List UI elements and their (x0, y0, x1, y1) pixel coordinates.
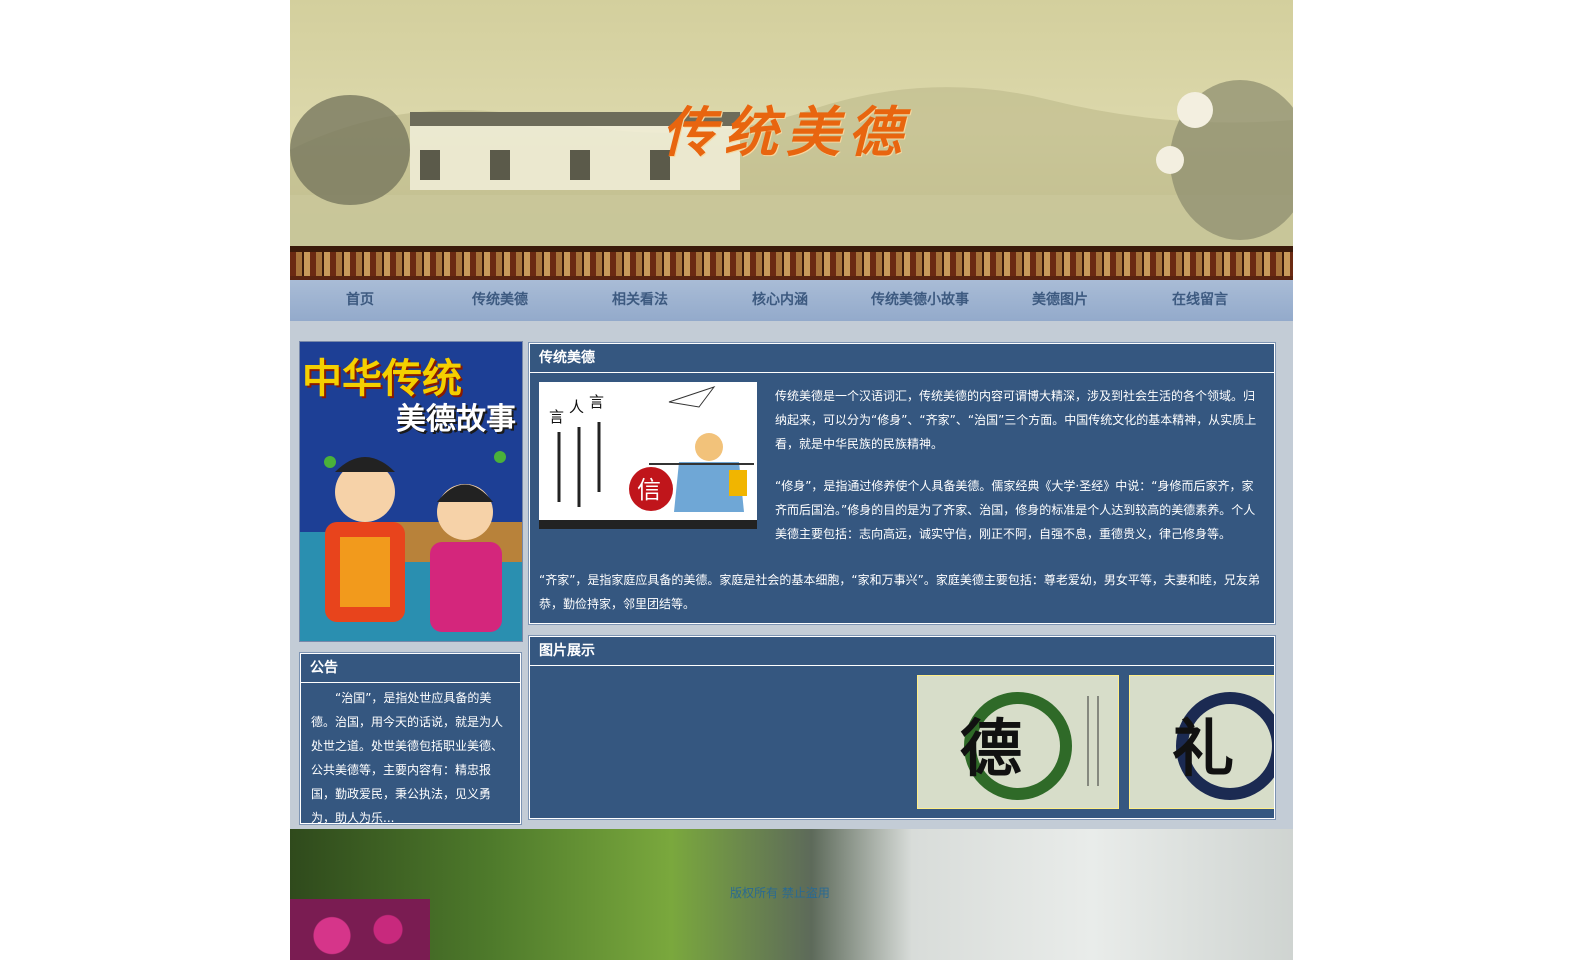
header-banner: 传统美德 (290, 0, 1293, 280)
cartoon-children-illustration (300, 451, 522, 641)
svg-text:言: 言 (589, 393, 604, 411)
main-nav: 首页 传统美德 相关看法 核心内涵 传统美德小故事 美德图片 在线留言 (290, 280, 1293, 321)
gallery-glyph: 德 (960, 712, 1023, 785)
svg-text:人: 人 (569, 398, 584, 416)
nav-related-views[interactable]: 相关看法 (570, 280, 710, 321)
page-wrapper: 传统美德 首页 传统美德 相关看法 核心内涵 传统美德小故事 美德图片 在线留言… (290, 0, 1293, 960)
calligraphy-illustration: 言 人 言 信 (539, 382, 757, 529)
virtue-panel-title: 传统美德 (530, 344, 1274, 373)
gallery-card[interactable]: 德 (917, 675, 1119, 809)
gallery-card[interactable]: 礼 (1129, 675, 1274, 809)
notice-title: 公告 (301, 654, 520, 683)
nav-virtue-stories[interactable]: 传统美德小故事 (850, 280, 990, 321)
gallery-glyph: 礼 (1172, 712, 1235, 785)
nav-home[interactable]: 首页 (290, 280, 430, 321)
gallery-title: 图片展示 (530, 637, 1274, 666)
nav-core-meaning[interactable]: 核心内涵 (710, 280, 850, 321)
traditional-virtue-panel: 传统美德 言 人 言 信 传统美德是一个汉语词汇，传统美德的内容可谓博大精深，涉… (529, 343, 1275, 624)
banner-title: 传统美德 (662, 100, 910, 164)
virtue-stories-promo-image[interactable]: 中华传统 美德故事 (299, 341, 523, 642)
svg-text:言: 言 (549, 408, 564, 426)
gallery-panel: 图片展示 德 礼 (529, 636, 1275, 819)
gallery-carousel[interactable]: 德 礼 (917, 675, 1274, 809)
footer-copyright: 版权所有 禁止盗用 (730, 886, 830, 900)
virtue-paragraph-2: “修身”，是指通过修养使个人具备美德。儒家经典《大学·圣经》中说：“身修而后家齐… (775, 479, 1256, 541)
footer-flowers-graphic (290, 899, 430, 960)
banner-decorative-border (290, 246, 1293, 280)
footer-landscape: 版权所有 禁止盗用 (290, 829, 1293, 960)
notice-panel: 公告 “治国”，是指处世应具备的美德。治国，用今天的话说，就是为人处世之道。处世… (300, 653, 521, 825)
virtue-calligraphy-image[interactable]: 言 人 言 信 (539, 382, 757, 529)
virtue-paragraph-1: 传统美德是一个汉语词汇，传统美德的内容可谓博大精深，涉及到社会生活的各个领域。归… (775, 389, 1257, 451)
nav-virtue-pictures[interactable]: 美德图片 (990, 280, 1130, 321)
notice-text: “治国”，是指处世应具备的美德。治国，用今天的话说，就是为人处世之道。处世美德包… (311, 691, 504, 825)
calligraphy-glyph: 信 (637, 476, 661, 504)
nav-online-message[interactable]: 在线留言 (1130, 280, 1270, 321)
nav-traditional-virtues[interactable]: 传统美德 (430, 280, 570, 321)
virtue-paragraph-3: “齐家”，是指家庭应具备的美德。家庭是社会的基本细胞，“家和万事兴”。家庭美德主… (539, 573, 1260, 611)
